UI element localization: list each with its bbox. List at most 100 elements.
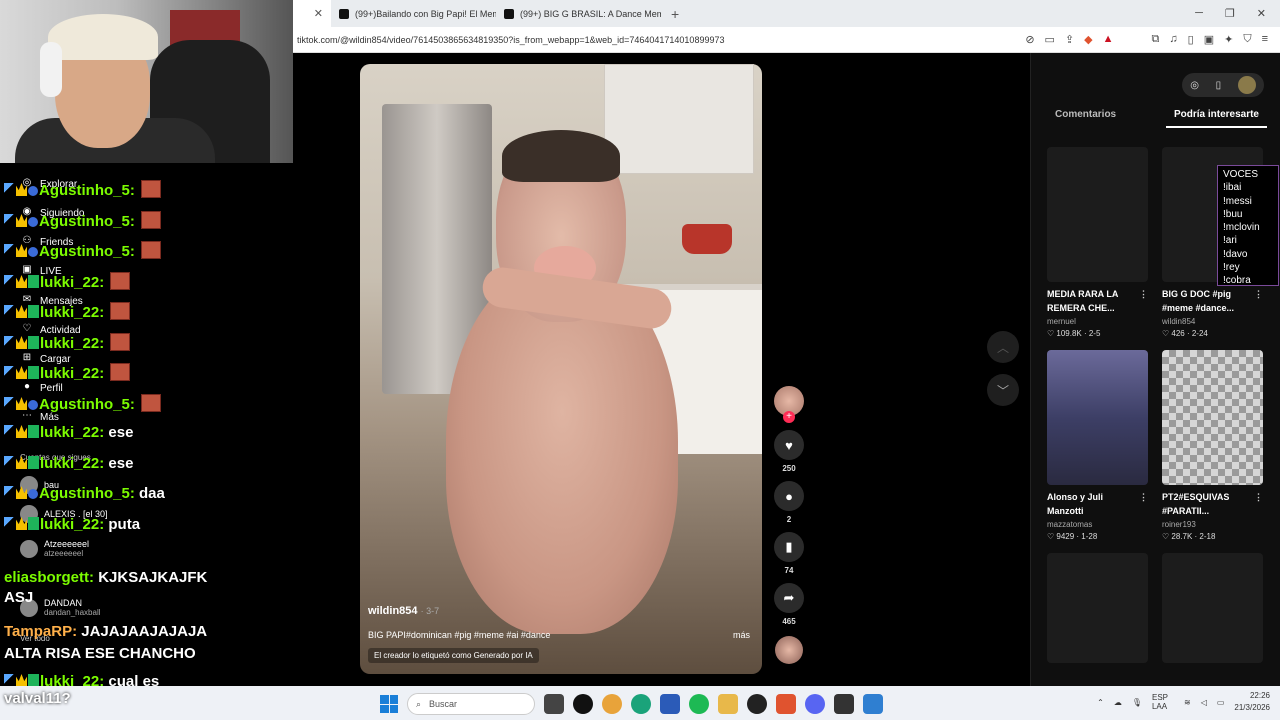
video-card[interactable] [1162, 553, 1263, 663]
more-options-icon[interactable]: ⋮ [1139, 287, 1148, 301]
chat-user: eliasborgett: [4, 569, 95, 586]
no-tracking-icon[interactable]: ⊘ [1025, 33, 1034, 46]
more-options-icon[interactable]: ⋮ [1254, 287, 1263, 301]
chrome-icon[interactable] [602, 694, 622, 714]
task-view-icon[interactable] [544, 694, 564, 714]
more-button[interactable]: más [733, 630, 750, 640]
app-icon[interactable] [863, 694, 883, 714]
clock[interactable]: 22:26 21/3/2026 [1234, 690, 1270, 714]
tab-bailando[interactable]: (99+)Bailando con Big Papi! El Mem [331, 0, 496, 27]
video-thumbnail[interactable] [1047, 350, 1148, 485]
video-card[interactable]: PT2#ESQUIVAS #PARATII... ⋮ roiner193 ♡ 28… [1162, 350, 1263, 541]
account-name: Atzeeeeeel [44, 539, 90, 549]
share-icon[interactable]: ⇪ [1065, 33, 1074, 46]
video-username[interactable]: wildin854 [368, 605, 418, 617]
store-icon[interactable] [660, 694, 680, 714]
language-indicator[interactable]: ESP LAA [1152, 693, 1174, 711]
card-author[interactable]: wildin854 [1162, 317, 1263, 326]
card-author[interactable]: roiner193 [1162, 520, 1263, 529]
edge-icon[interactable] [631, 694, 651, 714]
close-icon[interactable]: ✕ [314, 7, 323, 20]
card-author[interactable]: mazzatomas [1047, 520, 1148, 529]
card-title[interactable]: MEDIA RARA LA REMERA CHE... [1047, 289, 1118, 313]
menu-icon[interactable]: ≡ [1262, 33, 1268, 46]
chevron-up-icon[interactable]: ⌃ [1097, 698, 1104, 707]
previous-video-button[interactable]: ︿ [987, 331, 1019, 363]
new-tab-icon[interactable]: + [661, 6, 689, 22]
sidebar-item-profile[interactable]: ● Perfil [20, 381, 63, 395]
like-button[interactable]: ♥ [774, 430, 804, 460]
cloud-icon[interactable]: ☁ [1114, 698, 1122, 707]
video-scene-cabinet [604, 64, 754, 174]
close-window-icon[interactable]: ✕ [1257, 7, 1266, 20]
tiktok-icon [339, 8, 349, 19]
media-icon[interactable]: ♫ [1169, 33, 1177, 46]
obs-icon[interactable] [573, 694, 593, 714]
followed-account[interactable]: Atzeeeeeel atzeeeeeel [20, 539, 89, 559]
card-title[interactable]: Alonso y Juli Manzotti [1047, 492, 1103, 516]
card-title[interactable]: PT2#ESQUIVAS #PARATII... [1162, 492, 1229, 516]
leo-icon[interactable]: ✦ [1224, 33, 1233, 46]
url-field[interactable]: tiktok.com/@wildin854/video/761450386563… [293, 35, 724, 45]
restore-icon[interactable]: ❐ [1225, 7, 1235, 20]
volume-icon[interactable]: ◁ [1201, 698, 1207, 707]
tab-comments[interactable]: Comentarios [1047, 109, 1124, 128]
sword-badge-icon [4, 486, 15, 499]
card-author[interactable]: mernuel [1047, 317, 1148, 326]
more-options-icon[interactable]: ⋮ [1254, 490, 1263, 504]
phone-icon[interactable]: ▯ [1216, 80, 1222, 91]
app-icon[interactable] [834, 694, 854, 714]
comment-button[interactable]: ● [774, 481, 804, 511]
rewards-icon[interactable]: ▲ [1103, 33, 1114, 46]
tab-big-g[interactable]: (99+) BIG G BRASIL: A Dance Meme [496, 0, 661, 27]
comment-icon: ● [785, 488, 793, 504]
tab-label: (99+) BIG G BRASIL: A Dance Meme [520, 8, 661, 19]
sidebar-icon[interactable]: ▯ [1188, 33, 1194, 46]
tab-current[interactable]: ✕ [293, 0, 331, 27]
video-author[interactable]: wildin854 · 3-7 [368, 605, 439, 617]
discord-icon[interactable] [805, 694, 825, 714]
sub-badge-icon [28, 247, 38, 257]
card-title[interactable]: BIG G DOC #pig #meme #dance... [1162, 289, 1234, 313]
minimize-icon[interactable]: ─ [1195, 7, 1203, 20]
file-explorer-icon[interactable] [718, 694, 738, 714]
video-card[interactable]: MEDIA RARA LA REMERA CHE... ⋮ mernuel ♡ 1… [1047, 147, 1148, 338]
steam-icon[interactable] [747, 694, 767, 714]
video-card[interactable] [1047, 553, 1148, 663]
picture-in-picture-icon[interactable]: ▭ [1045, 33, 1055, 46]
profile-avatar[interactable] [1237, 76, 1256, 94]
brave-shield-icon[interactable]: ◆ [1084, 33, 1092, 46]
share-button[interactable]: ➦ [774, 583, 804, 613]
taskbar-search[interactable]: ⌕ Buscar [407, 693, 535, 715]
more-options-icon[interactable]: ⋮ [1139, 490, 1148, 504]
voice-command: !mclovin [1223, 222, 1260, 234]
author-avatar[interactable]: + [774, 386, 804, 423]
crown-badge-icon [16, 244, 27, 257]
video-thumbnail[interactable] [1047, 553, 1148, 663]
music-disc-icon[interactable] [775, 636, 803, 664]
compass-icon[interactable]: ◎ [1190, 80, 1199, 91]
video-card[interactable]: Alonso y Juli Manzotti ⋮ mazzatomas ♡ 942… [1047, 350, 1148, 541]
heart-icon: ♥ [785, 437, 793, 453]
chat-message: Agustinho_5: [4, 180, 162, 199]
spotify-icon[interactable] [689, 694, 709, 714]
video-thumbnail[interactable] [1162, 350, 1263, 485]
wallet-icon[interactable]: ▣ [1204, 33, 1214, 46]
extensions-icon[interactable]: ⧉ [1152, 33, 1160, 46]
mic-icon[interactable]: 🎙 [1132, 698, 1142, 707]
windows-start-icon[interactable] [380, 695, 398, 713]
next-video-button[interactable]: ﹀ [987, 374, 1019, 406]
sub-badge-icon [28, 217, 38, 227]
video-thumbnail[interactable] [1162, 553, 1263, 663]
video-thumbnail[interactable] [1047, 147, 1148, 282]
tab-recommended[interactable]: Podría interesarte [1165, 109, 1267, 128]
save-button[interactable]: ▮ [774, 532, 804, 562]
chat-message: eliasborgett: KJKSAJKAJFK ASJ [4, 568, 234, 608]
follow-plus-icon[interactable]: + [783, 411, 795, 423]
vpn-icon[interactable]: ⛉ [1243, 33, 1251, 46]
wifi-icon[interactable]: ≋ [1184, 698, 1191, 707]
sword-badge-icon [4, 425, 15, 438]
video-player[interactable]: wildin854 · 3-7 BIG PAPI#dominican #pig … [360, 64, 762, 674]
battery-icon[interactable]: ▭ [1217, 698, 1225, 707]
brave-icon[interactable] [776, 694, 796, 714]
